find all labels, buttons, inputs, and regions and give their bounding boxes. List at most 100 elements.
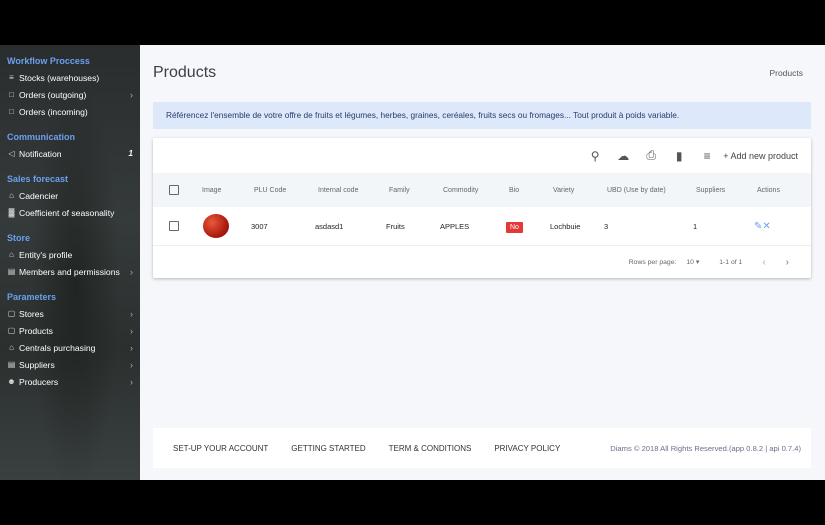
- sidebar-item-label: Products: [19, 325, 53, 336]
- footer-link-terms[interactable]: TERM & CONDITIONS: [389, 444, 472, 453]
- sidebar-item-label: Centrals purchasing: [19, 342, 96, 353]
- footer-link-getting-started[interactable]: GETTING STARTED: [291, 444, 365, 453]
- sidebar-item-stocks-warehouses-[interactable]: ≡ Stocks (warehouses): [0, 69, 140, 86]
- id-card-icon: ▤: [7, 267, 16, 276]
- sidebar-item-label: Producers: [19, 376, 59, 387]
- cell-ubd: 3: [604, 221, 609, 231]
- sidebar-item-label: Stores: [19, 308, 44, 319]
- footer-link-privacy[interactable]: PRIVACY POLICY: [494, 444, 560, 453]
- sidebar-item-label: Stocks (warehouses): [19, 72, 100, 83]
- notification-count: 1: [128, 149, 133, 158]
- search-icon[interactable]: ⚲: [581, 149, 609, 163]
- col-variety[interactable]: Variety: [553, 187, 607, 194]
- warehouse-icon: ≡: [9, 73, 14, 82]
- col-internal[interactable]: Internal code: [318, 187, 389, 194]
- rows-per-page-select[interactable]: 10 ▾: [686, 258, 699, 266]
- sidebar-item-label: Notification: [19, 148, 62, 159]
- cell-internal: asdasd1: [315, 221, 344, 231]
- sidebar-item-products[interactable]: ▢ Products ›: [0, 322, 140, 339]
- bio-badge: No: [506, 221, 523, 233]
- rows-per-page-label: Rows per page:: [628, 258, 677, 266]
- table-header: Image PLU Code Internal code Family Comm…: [153, 173, 811, 207]
- info-banner: Référencez l'ensemble de votre offre de …: [153, 102, 811, 129]
- cloud-download-icon[interactable]: ☁: [609, 149, 637, 163]
- chevron-right-icon[interactable]: ›: [130, 343, 133, 353]
- sidebar-item-orders-outgoing-[interactable]: □ Orders (outgoing) ›: [0, 86, 140, 103]
- filter-icon[interactable]: ≡: [693, 149, 721, 163]
- page-range: 1-1 of 1: [719, 258, 743, 266]
- chevron-right-icon[interactable]: ›: [130, 377, 133, 387]
- add-product-button[interactable]: + Add new product: [723, 151, 798, 161]
- chevron-right-icon[interactable]: ›: [130, 309, 133, 319]
- sidebar-section-title: Parameters: [7, 292, 57, 302]
- sidebar-item-centrals-purchasing[interactable]: ⌂ Centrals purchasing ›: [0, 339, 140, 356]
- id-card-icon: ▤: [7, 360, 16, 369]
- megaphone-icon: ◁: [8, 149, 15, 158]
- sidebar-section-title: Communication: [7, 132, 76, 142]
- chevron-right-icon[interactable]: ›: [130, 267, 133, 277]
- sidebar-item-coefficient-of-seasonality[interactable]: ▓ Coefficient of seasonality: [0, 204, 140, 221]
- sidebar-section-title: Workflow Proccess: [7, 56, 90, 66]
- select-all-checkbox[interactable]: [169, 185, 179, 195]
- pagination: Rows per page: 10 ▾ 1-1 of 1 ‹ ›: [153, 246, 811, 278]
- table-toolbar: ⚲ ☁ ⎙ ▮ ≡ + Add new product: [153, 138, 811, 173]
- cart-icon: ⌂: [9, 191, 14, 200]
- bar-chart-icon: ▓: [8, 208, 15, 217]
- building-icon: ⌂: [9, 343, 14, 352]
- cell-suppliers: 1: [693, 221, 698, 231]
- sidebar-item-stores[interactable]: ▢ Stores ›: [0, 305, 140, 322]
- col-commodity[interactable]: Commodity: [443, 187, 509, 194]
- sidebar-item-label: Coefficient of seasonality: [19, 207, 115, 218]
- cart-icon: ⌂: [9, 250, 14, 259]
- main-content: Products Products Référencez l'ensemble …: [140, 45, 825, 480]
- sidebar-section-title: Sales forecast: [7, 174, 69, 184]
- sidebar-item-producers[interactable]: ☻ Producers ›: [0, 373, 140, 390]
- sidebar-item-members-and-permissions[interactable]: ▤ Members and permissions ›: [0, 263, 140, 280]
- sidebar-item-suppliers[interactable]: ▤ Suppliers ›: [0, 356, 140, 373]
- col-ubd[interactable]: UBD (Use by date): [607, 187, 696, 194]
- chevron-right-icon[interactable]: ›: [130, 90, 133, 100]
- sidebar: Workflow Proccess ≡ Stocks (warehouses) □ Or…: [0, 45, 140, 480]
- page-title: Products: [153, 64, 217, 81]
- sidebar-item-label: Members and permissions: [19, 266, 120, 277]
- chevron-right-icon[interactable]: ›: [130, 326, 133, 336]
- person-icon: ☻: [7, 377, 16, 386]
- col-plu[interactable]: PLU Code: [254, 187, 318, 194]
- sidebar-item-label: Suppliers: [19, 359, 55, 370]
- rows-per-page-value: 10: [686, 259, 694, 266]
- footer-link-setup[interactable]: SET-UP YOUR ACCOUNT: [173, 444, 268, 453]
- columns-icon[interactable]: ▮: [665, 149, 693, 163]
- col-image[interactable]: Image: [202, 187, 254, 194]
- col-actions: Actions: [757, 186, 780, 194]
- calendar-icon: □: [9, 90, 14, 99]
- products-table-card: ⚲ ☁ ⎙ ▮ ≡ + Add new product Image PLU Co…: [153, 138, 811, 278]
- prev-page-icon[interactable]: ‹: [762, 257, 765, 268]
- sidebar-item-label: Orders (incoming): [19, 106, 88, 117]
- box-icon: ▢: [7, 309, 16, 318]
- next-page-icon[interactable]: ›: [786, 257, 789, 268]
- sidebar-item-orders-incoming-[interactable]: □ Orders (incoming): [0, 103, 140, 120]
- delete-icon[interactable]: ✕: [762, 221, 770, 232]
- col-family[interactable]: Family: [389, 187, 443, 194]
- cell-family: Fruits: [386, 221, 405, 231]
- footer: SET-UP YOUR ACCOUNT GETTING STARTED TERM…: [153, 428, 811, 468]
- chevron-right-icon[interactable]: ›: [130, 360, 133, 370]
- col-suppliers[interactable]: Suppliers: [696, 187, 757, 194]
- cell-plu: 3007: [251, 221, 268, 231]
- sidebar-section-title: Store: [7, 233, 31, 243]
- box-icon: ▢: [7, 326, 16, 335]
- sidebar-item-label: Orders (outgoing): [19, 89, 87, 100]
- sidebar-item-entity-s-profile[interactable]: ⌂ Entity's profile: [0, 246, 140, 263]
- cell-variety: Lochbuie: [550, 221, 581, 231]
- cell-commodity: APPLES: [440, 221, 470, 231]
- sidebar-item-notification[interactable]: ◁ Notification 1: [0, 145, 140, 162]
- breadcrumb[interactable]: Products: [769, 68, 803, 78]
- row-checkbox[interactable]: [169, 221, 179, 231]
- table-row: 3007 asdasd1 Fruits APPLES No Lochbuie 3…: [153, 207, 811, 246]
- product-image: [203, 214, 229, 238]
- sidebar-item-cadencier[interactable]: ⌂ Cadencier: [0, 187, 140, 204]
- print-icon[interactable]: ⎙: [637, 148, 665, 163]
- col-bio[interactable]: Bio: [509, 187, 553, 194]
- sidebar-item-label: Entity's profile: [19, 249, 73, 260]
- copyright: Diams © 2018 All Rights Reserved.(app 0.…: [610, 443, 801, 453]
